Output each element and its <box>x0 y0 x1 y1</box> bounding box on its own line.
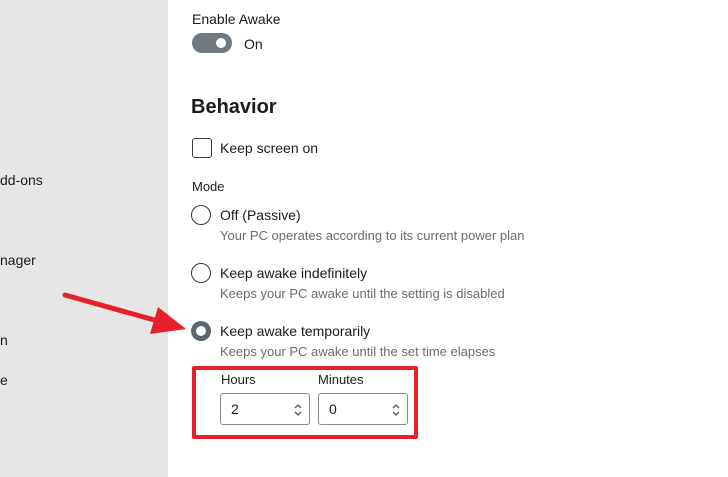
enable-awake-label: Enable Awake <box>192 11 281 27</box>
keep-screen-on-checkbox[interactable] <box>192 138 212 158</box>
mode-temporary-label: Keep awake temporarily <box>220 323 371 339</box>
toggle-knob <box>216 38 226 48</box>
mode-temporary-radio[interactable] <box>191 321 211 341</box>
sidebar-item-n[interactable]: n <box>0 332 8 348</box>
mode-off-radio[interactable] <box>191 205 211 225</box>
behavior-heading: Behavior <box>191 96 277 118</box>
sidebar: dd-ons nager n e <box>0 0 168 477</box>
mode-label: Mode <box>192 179 225 194</box>
mode-off-hint: Your PC operates according to its curren… <box>220 228 525 243</box>
enable-awake-toggle[interactable] <box>192 33 232 53</box>
mode-indefinite-label: Keep awake indefinitely <box>220 265 368 281</box>
sidebar-item-e[interactable]: e <box>0 372 8 388</box>
sidebar-item-manager[interactable]: nager <box>0 252 36 268</box>
keep-screen-on-label: Keep screen on <box>220 140 319 156</box>
annotation-highlight-box <box>192 366 418 439</box>
mode-indefinite-radio[interactable] <box>191 263 211 283</box>
mode-temporary-hint: Keeps your PC awake until the set time e… <box>220 344 496 359</box>
toggle-state-label: On <box>244 36 263 52</box>
sidebar-item-add-ons[interactable]: dd-ons <box>0 172 43 188</box>
mode-off-label: Off (Passive) <box>220 207 301 223</box>
mode-indefinite-hint: Keeps your PC awake until the setting is… <box>220 286 505 301</box>
